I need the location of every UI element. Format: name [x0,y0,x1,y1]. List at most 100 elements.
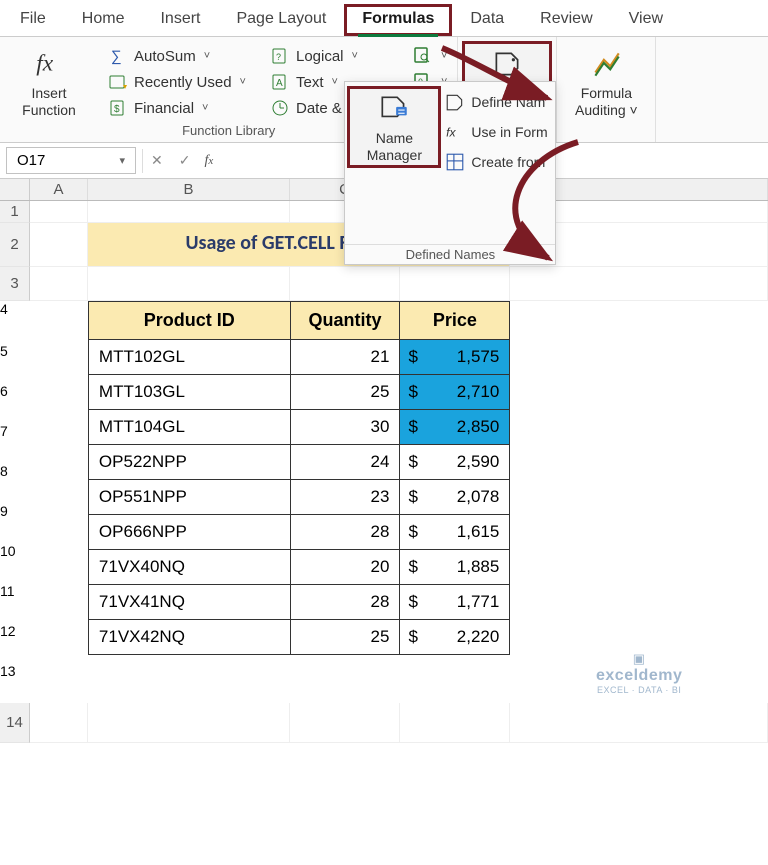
table-row[interactable]: MTT102GL21$1,575 [88,340,509,375]
svg-text:A: A [276,78,283,89]
th-price: Price [400,302,510,340]
row-header[interactable]: 11 [0,583,30,623]
row-header[interactable]: 13 [0,663,30,703]
row-header[interactable]: 7 [0,423,30,463]
table-row[interactable]: OP522NPP24$2,590 [88,445,509,480]
cell-price[interactable]: $2,220 [400,620,510,655]
cell-quantity[interactable]: 24 [290,445,400,480]
fx-icon[interactable]: fx [198,153,219,169]
tab-page-layout[interactable]: Page Layout [218,4,344,36]
cell-quantity[interactable]: 25 [290,620,400,655]
cell-quantity[interactable]: 20 [290,550,400,585]
svg-text:?: ? [276,52,281,62]
cell-product-id[interactable]: MTT103GL [88,375,290,410]
defined-names-item-1[interactable]: fxUse in Form [443,118,553,146]
cell-quantity[interactable]: 28 [290,585,400,620]
cell-price[interactable]: $1,615 [400,515,510,550]
recently-used-dropdown[interactable]: Recently Used [100,69,254,95]
defined-names-group-label: Defined Names [345,244,555,264]
cell-quantity[interactable]: 25 [290,375,400,410]
row-header[interactable]: 8 [0,463,30,503]
auditing-icon [589,47,623,81]
table-row[interactable]: 71VX40NQ20$1,885 [88,550,509,585]
row-header[interactable]: 3 [0,267,30,301]
financial-dropdown[interactable]: $Financial [100,95,254,121]
logical-dropdown[interactable]: ?Logical [262,43,401,69]
cell-product-id[interactable]: MTT102GL [88,340,290,375]
row-header[interactable]: 12 [0,623,30,663]
table-row[interactable]: OP666NPP28$1,615 [88,515,509,550]
fx-icon: fx [32,47,66,81]
name-manager-icon [377,92,411,126]
row-header[interactable]: 5 [0,343,30,383]
watermark-logo-icon: ▣ [633,651,646,667]
cell-price[interactable]: $1,885 [400,550,510,585]
defined-names-item-0[interactable]: Define Nam [443,88,553,116]
name-box-value: O17 [17,152,45,169]
cell-product-id[interactable]: OP522NPP [88,445,290,480]
lookup-icon [413,46,433,66]
watermark-brand: exceldemy [596,667,682,685]
svg-text:fx: fx [36,50,53,76]
row-header[interactable]: 14 [0,703,30,743]
accept-formula-button[interactable]: ✓ [171,152,199,169]
cell-product-id[interactable]: 71VX42NQ [88,620,290,655]
cell-quantity[interactable]: 28 [290,515,400,550]
ribbon: fx Insert Function ∑AutoSumRecently Used… [0,37,768,143]
th-quantity: Quantity [290,302,400,340]
table-row[interactable]: 71VX42NQ25$2,220 [88,620,509,655]
cell-price[interactable]: $2,078 [400,480,510,515]
formula-auditing-button[interactable]: FormulaAuditing ˅ [563,43,649,121]
tab-review[interactable]: Review [522,4,610,36]
svg-text:$: $ [114,104,120,115]
cell-product-id[interactable]: OP551NPP [88,480,290,515]
lookup-dropdown[interactable] [409,43,451,69]
cell-quantity[interactable]: 21 [290,340,400,375]
row-header[interactable]: 1 [0,201,30,223]
defined-names-popup: Name Manager Define NamfxUse in FormCrea… [344,81,556,265]
table-row[interactable]: OP551NPP23$2,078 [88,480,509,515]
row-header[interactable]: 9 [0,503,30,543]
cell-price[interactable]: $1,575 [400,340,510,375]
select-all-corner[interactable] [0,179,30,200]
tab-home[interactable]: Home [64,4,143,36]
tab-insert[interactable]: Insert [142,4,218,36]
cancel-formula-button[interactable]: ✕ [143,152,171,169]
table-row[interactable]: 71VX41NQ28$1,771 [88,585,509,620]
cell-product-id[interactable]: MTT104GL [88,410,290,445]
financial-icon: $ [108,98,128,118]
popup-icon-2 [445,152,465,172]
chevron-down-icon: ▾ [119,154,125,167]
cell-product-id[interactable]: 71VX41NQ [88,585,290,620]
col-header-B[interactable]: B [88,179,290,200]
insert-function-button[interactable]: fx Insert Function [6,43,92,121]
cell-price[interactable]: $2,590 [400,445,510,480]
row-header[interactable]: 6 [0,383,30,423]
tab-formulas[interactable]: Formulas [344,4,452,36]
tab-view[interactable]: View [611,4,681,36]
popup-icon-1: fx [445,122,465,142]
table-row[interactable]: MTT103GL25$2,710 [88,375,509,410]
row-header[interactable]: 4 [0,301,30,343]
defined-names-item-2[interactable]: Create from [443,148,553,176]
row-header[interactable]: 2 [0,223,30,267]
row-header[interactable]: 10 [0,543,30,583]
cell-quantity[interactable]: 30 [290,410,400,445]
name-manager-button[interactable]: Name Manager [349,88,439,166]
recently-used-icon [108,72,128,92]
table-row[interactable]: MTT104GL30$2,850 [88,410,509,445]
col-header-A[interactable]: A [30,179,88,200]
watermark: ▣ exceldemy EXCEL · DATA · BI [596,651,682,695]
cell-product-id[interactable]: 71VX40NQ [88,550,290,585]
popup-icon-0 [445,92,465,112]
cell-product-id[interactable]: OP666NPP [88,515,290,550]
cell-quantity[interactable]: 23 [290,480,400,515]
cell-price[interactable]: $2,850 [400,410,510,445]
autosum-dropdown[interactable]: ∑AutoSum [100,43,254,69]
cell-price[interactable]: $2,710 [400,375,510,410]
cell-price[interactable]: $1,771 [400,585,510,620]
tab-file[interactable]: File [2,4,64,36]
name-box[interactable]: O17 ▾ [6,147,136,174]
svg-text:∑: ∑ [111,48,122,65]
tab-data[interactable]: Data [452,4,522,36]
